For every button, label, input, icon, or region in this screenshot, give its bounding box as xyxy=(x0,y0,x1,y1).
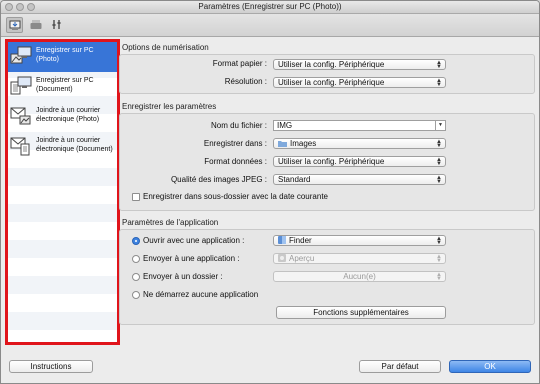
filename-value: IMG xyxy=(277,121,293,130)
updown-arrows-icon: ▲ ▼ xyxy=(436,236,442,246)
send-to-app-value: Aperçu xyxy=(289,254,315,263)
document-to-pc-icon xyxy=(10,76,32,95)
updown-arrows-icon: ▲ ▼ xyxy=(436,272,442,282)
data-format-label: Format données : xyxy=(204,157,267,166)
updown-arrows-icon: ▲ ▼ xyxy=(436,175,442,185)
scan-type-list: Enregistrer sur PC (Photo) Enregistrer s… xyxy=(5,39,120,345)
send-to-folder-radio[interactable] xyxy=(132,273,140,281)
send-to-app-label: Envoyer à une application : xyxy=(143,254,240,263)
send-to-folder-value: Aucun(e) xyxy=(343,272,376,281)
sidebar-item-label: Joindre à un courrier électronique (Docu… xyxy=(36,137,113,153)
jpeg-quality-value: Standard xyxy=(278,175,311,184)
subfolder-checkbox[interactable] xyxy=(132,193,140,201)
no-app-radio[interactable] xyxy=(132,291,140,299)
jpeg-quality-label: Qualité des images JPEG : xyxy=(170,175,267,184)
window-title: Paramètres (Enregistrer sur PC (Photo)) xyxy=(198,2,342,11)
sidebar-item-document-to-pc[interactable]: Enregistrer sur PC (Document) xyxy=(8,72,117,102)
finder-icon xyxy=(278,236,286,244)
updown-arrows-icon: ▲ ▼ xyxy=(436,78,442,88)
send-to-folder-label: Envoyer à un dossier : xyxy=(143,272,223,281)
jpeg-quality-popup[interactable]: Standard ▲ ▼ xyxy=(273,174,446,185)
sidebar-item-label: Enregistrer sur PC (Photo) xyxy=(36,47,94,63)
no-app-label: Ne démarrez aucune application xyxy=(143,290,259,299)
send-to-folder-popup[interactable]: Aucun(e) ▲ ▼ xyxy=(273,271,446,282)
save-in-value: Images xyxy=(290,139,317,148)
app-settings-heading: Paramètres de l'application xyxy=(122,218,219,227)
sidebar-item-photo-to-pc[interactable]: Enregistrer sur PC (Photo) xyxy=(8,42,117,72)
resolution-popup[interactable]: Utiliser la config. Périphérique ▲ ▼ xyxy=(273,77,446,88)
paper-size-popup[interactable]: Utiliser la config. Périphérique ▲ ▼ xyxy=(273,59,446,70)
open-with-app-label: Ouvrir avec une application : xyxy=(143,236,245,245)
instructions-button[interactable]: Instructions xyxy=(9,360,93,373)
title-bar: Paramètres (Enregistrer sur PC (Photo)) xyxy=(1,1,539,14)
subfolder-label: Enregistrer dans sous-dossier avec la da… xyxy=(143,192,328,201)
save-in-label: Enregistrer dans : xyxy=(203,139,267,148)
sidebar-item-label: Joindre à un courrier électronique (Phot… xyxy=(36,107,101,123)
resolution-label: Résolution : xyxy=(224,77,267,86)
scan-from-computer-tab[interactable] xyxy=(6,17,23,33)
paper-size-value: Utiliser la config. Périphérique xyxy=(278,60,385,69)
general-settings-icon xyxy=(52,20,61,29)
updown-arrows-icon: ▲ ▼ xyxy=(436,139,442,149)
updown-arrows-icon: ▲ ▼ xyxy=(436,254,442,264)
send-to-app-radio[interactable] xyxy=(132,255,140,263)
save-settings-heading: Enregistrer les paramètres xyxy=(122,102,217,111)
zoom-window-icon[interactable] xyxy=(27,3,35,11)
sidebar-item-email-photo[interactable]: Joindre à un courrier électronique (Phot… xyxy=(8,102,117,132)
defaults-button[interactable]: Par défaut xyxy=(359,360,441,373)
scan-from-operation-panel-icon xyxy=(30,20,42,29)
sidebar-item-email-document[interactable]: Joindre à un courrier électronique (Docu… xyxy=(8,132,117,162)
scan-from-operation-panel-tab[interactable] xyxy=(28,17,45,33)
close-window-icon[interactable] xyxy=(5,3,13,11)
scan-options-heading: Options de numérisation xyxy=(122,43,209,52)
photo-to-pc-icon xyxy=(10,46,32,64)
toolbar xyxy=(1,14,539,37)
updown-arrows-icon: ▲ ▼ xyxy=(436,157,442,167)
email-photo-icon xyxy=(10,107,31,125)
filename-label: Nom du fichier : xyxy=(210,121,267,130)
chevron-down-icon[interactable]: ▼ xyxy=(435,121,445,130)
send-to-app-popup[interactable]: Aperçu ▲ ▼ xyxy=(273,253,446,264)
general-settings-tab[interactable] xyxy=(49,17,66,33)
filename-combo[interactable]: IMG ▼ xyxy=(273,120,446,131)
updown-arrows-icon: ▲ ▼ xyxy=(436,60,442,70)
preview-app-icon xyxy=(278,254,286,262)
open-with-app-radio[interactable] xyxy=(132,237,140,245)
open-with-app-popup[interactable]: Finder ▲ ▼ xyxy=(273,235,446,246)
save-in-popup[interactable]: Images ▲ ▼ xyxy=(273,138,446,149)
open-with-app-value: Finder xyxy=(289,236,312,245)
scan-from-computer-icon xyxy=(9,20,21,30)
more-functions-button[interactable]: Fonctions supplémentaires xyxy=(276,306,446,319)
email-document-icon xyxy=(10,137,30,156)
paper-size-label: Format papier : xyxy=(212,59,267,68)
data-format-value: Utiliser la config. Périphérique xyxy=(278,157,385,166)
data-format-popup[interactable]: Utiliser la config. Périphérique ▲ ▼ xyxy=(273,156,446,167)
resolution-value: Utiliser la config. Périphérique xyxy=(278,78,385,87)
minimize-window-icon[interactable] xyxy=(16,3,24,11)
settings-window: Paramètres (Enregistrer sur PC (Photo)) xyxy=(0,0,540,384)
sidebar-item-label: Enregistrer sur PC (Document) xyxy=(36,77,94,93)
folder-icon xyxy=(278,141,287,147)
ok-button[interactable]: OK xyxy=(449,360,531,373)
